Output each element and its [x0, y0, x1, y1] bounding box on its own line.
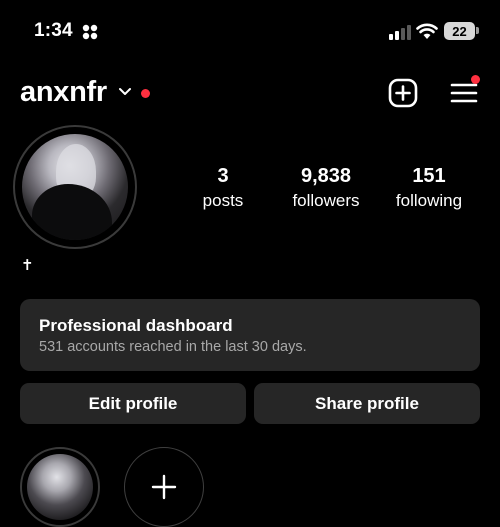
stat-posts[interactable]: 3 posts: [173, 165, 273, 211]
chevron-down-icon[interactable]: [118, 86, 132, 98]
stat-following[interactable]: 151 following: [379, 165, 479, 211]
plus-square-icon[interactable]: [388, 78, 418, 108]
edit-profile-button[interactable]: Edit profile: [20, 383, 246, 424]
dashboard-subtitle: 531 accounts reached in the last 30 days…: [39, 339, 307, 355]
plus-icon: [151, 474, 177, 500]
stat-value: 3: [217, 165, 229, 187]
status-time: 1:34: [34, 20, 73, 41]
profile-username[interactable]: anxnfr: [20, 76, 107, 109]
story-highlight[interactable]: [27, 454, 93, 520]
stat-label: posts: [202, 191, 244, 210]
stat-value: 9,838: [300, 165, 352, 187]
battery-indicator: 22: [444, 22, 475, 40]
wifi-icon: [416, 23, 438, 39]
stat-label: followers: [292, 191, 360, 210]
cellular-signal-icon: [389, 25, 411, 40]
share-profile-button[interactable]: Share profile: [254, 383, 480, 424]
avatar-body-shape: [32, 184, 112, 240]
focus-mode-icon: [82, 24, 98, 40]
profile-bio: ✝: [21, 257, 34, 274]
stat-value: 151: [412, 165, 446, 187]
stat-followers[interactable]: 9,838 followers: [276, 165, 376, 211]
menu-notification-dot: [471, 75, 480, 84]
battery-nub: [476, 27, 479, 34]
stat-label: following: [395, 191, 463, 210]
dashboard-title: Professional dashboard: [39, 316, 233, 335]
professional-dashboard-card[interactable]: Professional dashboard 531 accounts reac…: [20, 299, 480, 371]
notification-dot: [141, 89, 150, 98]
avatar[interactable]: [22, 134, 128, 240]
